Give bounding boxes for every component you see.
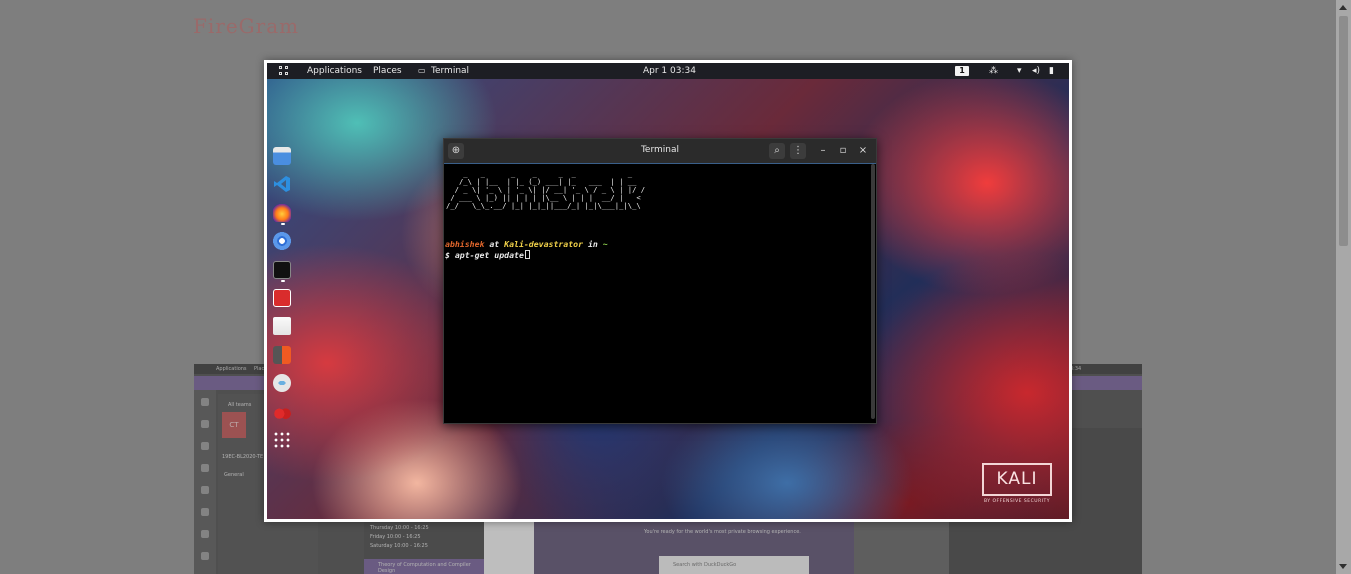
bg-slide-schedule-row: Saturday 10:00 - 16:25: [370, 543, 428, 549]
bg-slide-page-area: [484, 521, 534, 574]
kali-logo: KALI BY OFFENSIVE SECURITY: [982, 463, 1052, 509]
menu-icon[interactable]: ⋮: [790, 143, 806, 159]
battery-icon[interactable]: ▮: [1049, 66, 1054, 76]
burpsuite-icon[interactable]: [273, 346, 291, 364]
command-text: apt-get update: [454, 250, 524, 260]
scroll-down-icon[interactable]: [1339, 564, 1347, 569]
prompt-user: abhishek: [445, 239, 485, 249]
bg-slide-breadcrumb: All teams: [228, 402, 252, 408]
bg-slide-applications-label: Applications: [216, 366, 247, 372]
search-icon[interactable]: ⌕: [769, 143, 785, 159]
terminal-body[interactable]: _ _ _ _ _ _ _ /_\ | |__ | |_ (_) ___| |_…: [444, 164, 870, 421]
terminal-title: Terminal: [640, 145, 680, 155]
bg-slide-browser: You're ready for the world's most privat…: [534, 521, 854, 574]
gnome-top-bar: Applications Places ▭ Terminal Apr 1 03:…: [267, 63, 1069, 79]
bg-slide-schedule-row: Thursday 10:00 - 16:25: [370, 525, 429, 531]
ascii-art-banner: _ _ _ _ _ _ _ /_\ | |__ | |_ (_) ___| |_…: [446, 169, 646, 210]
app-grid-icon[interactable]: [273, 431, 291, 449]
text-cursor: [524, 250, 530, 259]
volume-icon[interactable]: ◂): [1032, 66, 1040, 76]
red-app-icon[interactable]: [273, 289, 291, 307]
extension-icon[interactable]: ⁂: [989, 66, 998, 76]
close-icon[interactable]: ×: [855, 143, 871, 159]
workspace-indicator[interactable]: 1: [955, 66, 969, 76]
cherrytree-icon[interactable]: [273, 402, 291, 420]
vscode-icon[interactable]: [273, 175, 291, 193]
command-line[interactable]: $ apt-get update: [445, 250, 530, 260]
lightbox-image[interactable]: Applications Places ▭ Terminal Apr 1 03:…: [264, 60, 1072, 522]
activities-grid-icon[interactable]: [279, 66, 289, 76]
files-icon[interactable]: [273, 147, 291, 165]
terminal-icon[interactable]: [273, 261, 291, 279]
kali-desktop: Applications Places ▭ Terminal Apr 1 03:…: [267, 63, 1069, 519]
document-viewer-icon[interactable]: [273, 317, 291, 335]
bg-slide-course-label: Theory of Computation and Compiler Desig…: [378, 562, 471, 574]
prompt-host: Kali-devastrator: [504, 239, 584, 249]
running-indicator: [281, 223, 285, 225]
terminal-window[interactable]: ⊕ Terminal ⌕ ⋮ – ▫ × _ _ _ _ _ _ _ /_\ |…: [443, 138, 877, 424]
bg-slide-team-badge: CT: [222, 412, 246, 438]
scrollbar-thumb[interactable]: [1339, 16, 1348, 246]
command-prefix: $: [445, 250, 455, 260]
places-menu[interactable]: Places: [373, 66, 402, 76]
clock[interactable]: Apr 1 03:34: [643, 66, 696, 76]
active-app-menu[interactable]: Terminal: [431, 66, 469, 76]
bg-slide-banner-text: You're ready for the world's most privat…: [644, 529, 801, 535]
prompt-at: at: [484, 239, 505, 249]
prompt-in: in: [583, 239, 603, 249]
bg-slide-search-box: Search with DuckDuckGo: [659, 556, 809, 574]
bg-slide-schedule-card: Thursday 10:00 - 16:25 Friday 10:00 - 16…: [364, 521, 484, 574]
bg-slide-schedule-row: Friday 10:00 - 16:25: [370, 534, 421, 540]
running-indicator: [281, 280, 285, 282]
applications-menu[interactable]: Applications: [307, 66, 362, 76]
terminal-header[interactable]: ⊕ Terminal ⌕ ⋮ – ▫ ×: [444, 139, 876, 164]
terminal-small-icon: ▭: [418, 66, 426, 75]
kali-logo-subtitle: BY OFFENSIVE SECURITY: [983, 499, 1051, 504]
bg-slide-team-name: 19EC-BL2020-TE: [222, 454, 264, 460]
page-scrollbar[interactable]: [1336, 0, 1351, 574]
firefox-icon[interactable]: [273, 204, 291, 222]
bg-slide-dock-area: [854, 521, 949, 574]
prompt-path: ~: [602, 239, 608, 249]
minimize-icon[interactable]: –: [815, 143, 831, 159]
bg-slide-places-label: Plac: [254, 366, 265, 372]
chromium-icon[interactable]: [273, 232, 291, 250]
bg-slide-channel: General: [224, 472, 244, 478]
wifi-icon[interactable]: ▾: [1017, 66, 1022, 76]
site-title[interactable]: FireGram: [193, 14, 299, 38]
maximize-icon[interactable]: ▫: [835, 143, 851, 159]
prompt-line: abhishek at Kali-devastrator in ~: [445, 239, 608, 249]
eye-icon[interactable]: [273, 374, 291, 392]
scroll-up-icon[interactable]: [1339, 5, 1347, 10]
bg-slide-teams-rail: [194, 390, 216, 574]
bg-slide-search-hint: Search with DuckDuckGo: [673, 562, 737, 568]
bg-slide-course-item: Theory of Computation and Compiler Desig…: [364, 559, 484, 574]
terminal-scrollbar[interactable]: [871, 164, 875, 419]
kali-logo-text: KALI: [982, 463, 1052, 496]
